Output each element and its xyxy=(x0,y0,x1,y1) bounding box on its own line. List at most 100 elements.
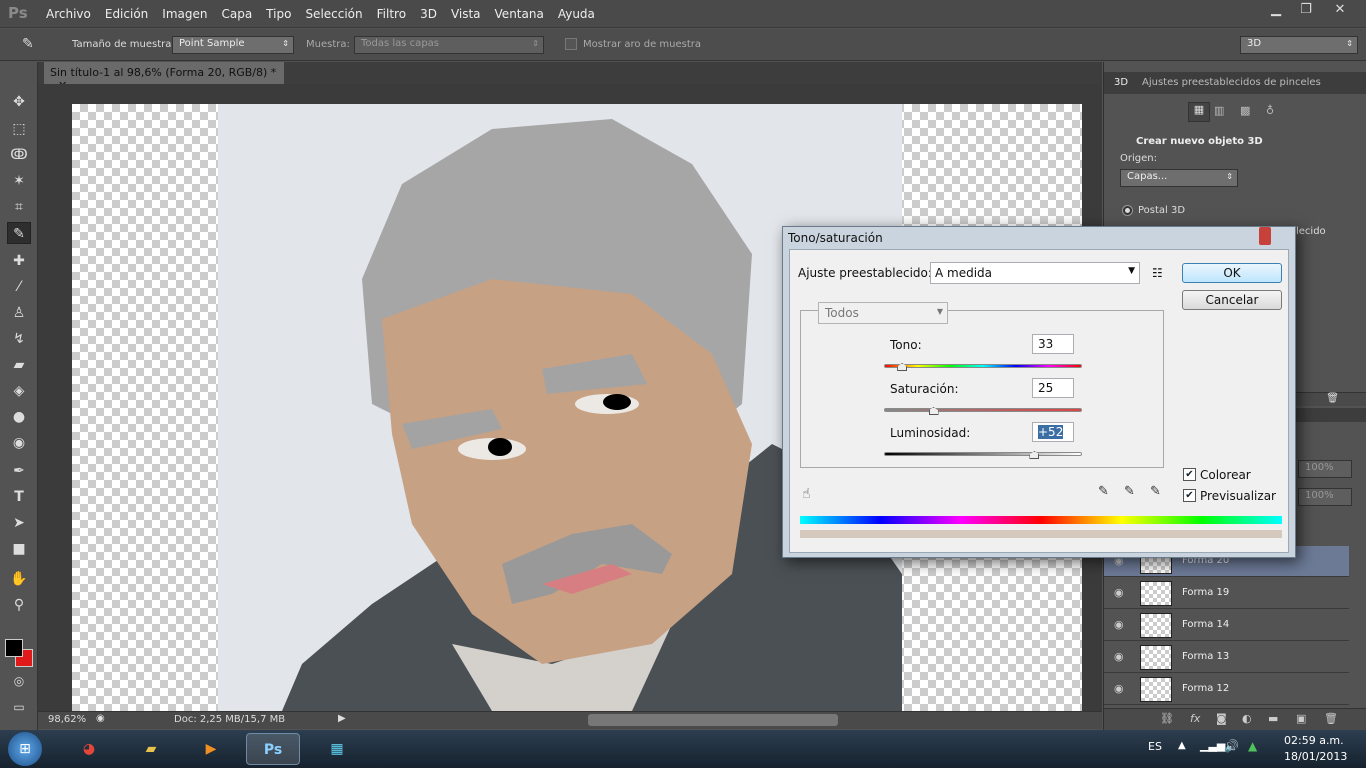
menu-tipo[interactable]: Tipo xyxy=(266,7,291,21)
layer-row[interactable]: ◉ Forma 13 xyxy=(1104,642,1349,673)
cancel-button[interactable]: Cancelar xyxy=(1182,290,1282,310)
foreground-color-swatch[interactable] xyxy=(5,639,23,657)
close-button[interactable]: ✕ xyxy=(1326,2,1354,20)
magic-wand-tool-icon[interactable]: ✶ xyxy=(7,170,31,192)
eyedropper-icon[interactable]: ✎ xyxy=(1098,484,1109,499)
clock-date[interactable]: 18/01/2013 xyxy=(1284,750,1347,763)
targeted-adjust-hand-icon[interactable]: ☝ xyxy=(802,486,811,502)
menu-ventana[interactable]: Ventana xyxy=(495,7,544,21)
menu-vista[interactable]: Vista xyxy=(451,7,481,21)
trash-icon[interactable]: 🗑 xyxy=(1326,393,1339,404)
tab-brush-presets[interactable]: Ajustes preestablecidos de pinceles xyxy=(1142,77,1321,88)
zoom-tool-icon[interactable]: ⚲ xyxy=(7,594,31,616)
dodge-tool-icon[interactable]: ◉ xyxy=(7,432,31,454)
menu-filtro[interactable]: Filtro xyxy=(377,7,406,21)
photoshop-taskbar-icon[interactable]: Ps xyxy=(246,733,300,765)
menu-archivo[interactable]: Archivo xyxy=(46,7,91,21)
workspace-select[interactable]: 3D ⇕ xyxy=(1240,36,1358,54)
media-player-icon[interactable]: ▶ xyxy=(184,733,238,765)
status-menu-icon[interactable]: ◉ xyxy=(96,713,105,724)
material-filter-icon[interactable]: ▩ xyxy=(1240,104,1250,117)
mask-icon[interactable]: ◙ xyxy=(1216,712,1227,725)
menu-imagen[interactable]: Imagen xyxy=(162,7,207,21)
link-icon[interactable]: ⛓ xyxy=(1160,712,1174,725)
layer-row[interactable]: ◉ Forma 19 xyxy=(1104,578,1349,609)
lightness-slider-track[interactable] xyxy=(884,452,1082,456)
blur-tool-icon[interactable]: ● xyxy=(7,406,31,428)
dialog-close-button[interactable] xyxy=(1259,227,1271,245)
ok-button[interactable]: OK xyxy=(1182,263,1282,283)
app-taskbar-icon[interactable]: ▦ xyxy=(310,733,364,765)
zoom-readout[interactable]: 98,62% xyxy=(48,714,86,725)
opacity-field[interactable]: 100% xyxy=(1298,460,1352,478)
pen-tool-icon[interactable]: ✒ xyxy=(7,460,31,482)
layer-row[interactable]: ◉ Forma 14 xyxy=(1104,610,1349,641)
colorize-checkbox[interactable]: ✔ xyxy=(1183,468,1196,481)
brush-tool-icon[interactable]: ⁄ xyxy=(7,276,31,298)
hue-slider-track[interactable] xyxy=(884,364,1082,368)
postal-radio[interactable] xyxy=(1122,205,1133,216)
stamp-tool-icon[interactable]: ♙ xyxy=(7,302,31,324)
hue-field[interactable]: 33 xyxy=(1032,334,1074,354)
drive-sync-icon[interactable]: ▲ xyxy=(1248,739,1257,753)
adjustment-icon[interactable]: ◐ xyxy=(1242,712,1252,725)
type-tool-icon[interactable]: T xyxy=(7,486,31,508)
move-tool-icon[interactable]: ✥ xyxy=(7,91,31,113)
hand-tool-icon[interactable]: ✋ xyxy=(7,568,31,590)
screen-mode-icon[interactable]: ▭ xyxy=(7,696,31,718)
new-layer-icon[interactable]: ▣ xyxy=(1296,712,1306,725)
horizontal-scrollbar[interactable] xyxy=(588,714,838,726)
folder-icon[interactable]: ▬ xyxy=(1268,712,1278,725)
sample-ring-checkbox[interactable] xyxy=(565,38,577,50)
visibility-eye-icon[interactable]: ◉ xyxy=(1114,618,1124,631)
channel-select[interactable]: Todos ▼ xyxy=(818,302,948,324)
tab-3d[interactable]: 3D xyxy=(1114,77,1128,88)
start-orb-icon[interactable]: ⊞ xyxy=(8,732,42,766)
preset-options-icon[interactable]: ☷ xyxy=(1152,266,1163,280)
healing-tool-icon[interactable]: ✚ xyxy=(7,250,31,272)
mesh-filter-icon[interactable]: ▥ xyxy=(1214,104,1224,117)
restore-button[interactable]: ❐ xyxy=(1292,2,1320,20)
crop-tool-icon[interactable]: ⌗ xyxy=(7,196,31,218)
menu-edicion[interactable]: Edición xyxy=(105,7,148,21)
path-select-tool-icon[interactable]: ➤ xyxy=(7,512,31,534)
eyedropper-plus-icon[interactable]: ✎ xyxy=(1124,484,1135,499)
eyedropper-icon[interactable]: ✎ xyxy=(22,36,34,52)
fill-field[interactable]: 100% xyxy=(1298,488,1352,506)
volume-icon[interactable]: 🔊 xyxy=(1224,739,1239,753)
menu-capa[interactable]: Capa xyxy=(221,7,252,21)
sample-size-select[interactable]: Point Sample ⇕ xyxy=(172,36,294,54)
light-filter-icon[interactable]: ♁ xyxy=(1266,104,1274,117)
eraser-tool-icon[interactable]: ▰ xyxy=(7,354,31,376)
lasso-tool-icon[interactable]: ↂ xyxy=(7,144,31,166)
visibility-eye-icon[interactable]: ◉ xyxy=(1114,586,1124,599)
quick-mask-icon[interactable]: ◎ xyxy=(7,670,31,692)
dialog-title[interactable]: Tono/saturación xyxy=(783,227,1295,249)
marquee-tool-icon[interactable]: ⬚ xyxy=(7,118,31,140)
menu-seleccion[interactable]: Selección xyxy=(305,7,362,21)
layer-row[interactable]: ◉ Forma 12 xyxy=(1104,674,1349,705)
language-indicator[interactable]: ES xyxy=(1148,740,1162,753)
saturation-slider-track[interactable] xyxy=(884,408,1082,412)
history-brush-icon[interactable]: ↯ xyxy=(7,328,31,350)
preview-checkbox[interactable]: ✔ xyxy=(1183,489,1196,502)
chrome-icon[interactable]: ◕ xyxy=(62,733,116,765)
signal-icon[interactable]: ▁▃▅ xyxy=(1200,739,1225,752)
explorer-icon[interactable]: ▰ xyxy=(124,733,178,765)
preset-select[interactable]: A medida ▼ xyxy=(930,262,1140,284)
visibility-eye-icon[interactable]: ◉ xyxy=(1114,682,1124,695)
fx-icon[interactable]: fx xyxy=(1190,712,1200,725)
lightness-field[interactable]: +52 xyxy=(1032,422,1074,442)
menu-ayuda[interactable]: Ayuda xyxy=(558,7,595,21)
shape-tool-icon[interactable]: ■ xyxy=(7,538,31,560)
tray-expand-icon[interactable]: ▲ xyxy=(1178,740,1186,751)
document-tab[interactable]: Sin título-1 al 98,6% (Forma 20, RGB/8) … xyxy=(44,62,284,92)
visibility-eye-icon[interactable]: ◉ xyxy=(1114,650,1124,663)
trash-icon[interactable]: 🗑 xyxy=(1324,712,1338,725)
menu-3d[interactable]: 3D xyxy=(420,7,437,21)
status-arrow-icon[interactable]: ▶ xyxy=(338,713,346,724)
scene-filter-icon[interactable]: ▦ xyxy=(1188,102,1210,122)
bucket-tool-icon[interactable]: ◈ xyxy=(7,380,31,402)
sample-select[interactable]: Todas las capas ⇕ xyxy=(354,36,544,54)
saturation-field[interactable]: 25 xyxy=(1032,378,1074,398)
